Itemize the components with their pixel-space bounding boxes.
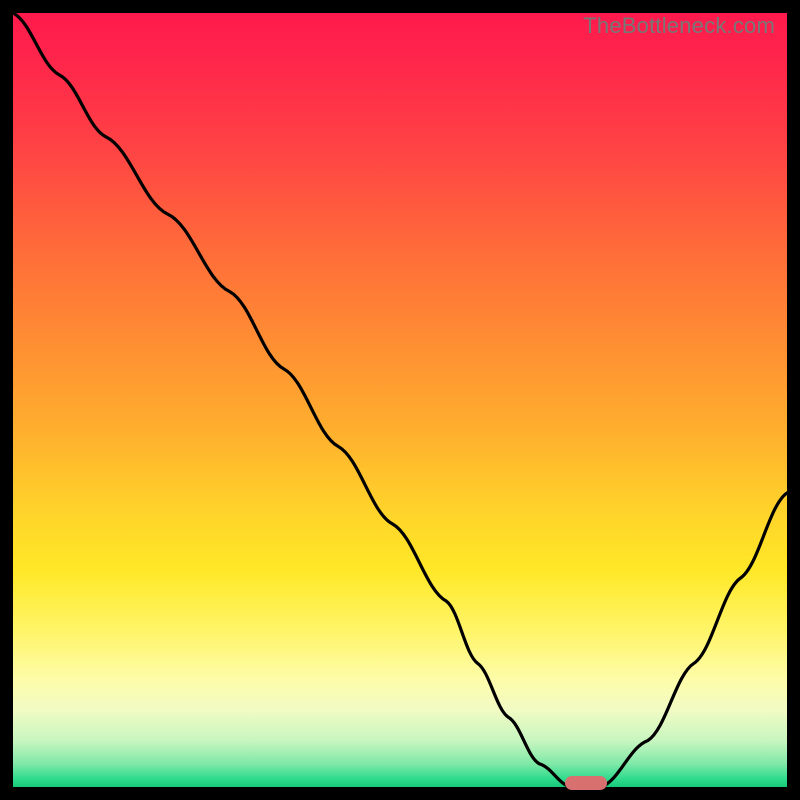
watermark-text: TheBottleneck.com bbox=[583, 13, 775, 39]
optimal-point-marker bbox=[565, 776, 607, 790]
curve-path bbox=[13, 13, 787, 787]
chart-plot-area: TheBottleneck.com bbox=[13, 13, 787, 787]
chart-frame: TheBottleneck.com bbox=[0, 0, 800, 800]
bottleneck-curve bbox=[13, 13, 787, 787]
